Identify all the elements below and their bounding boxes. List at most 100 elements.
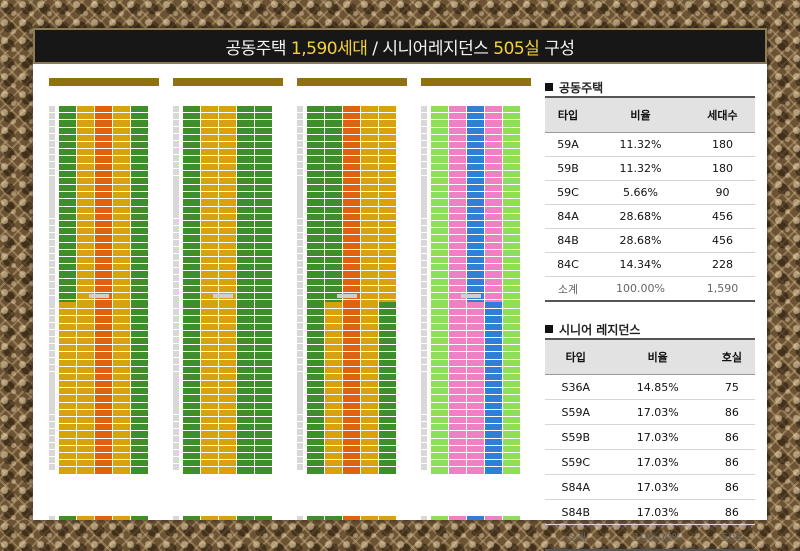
- unit-cell: [219, 249, 236, 256]
- total-row: 소계 100.00% 505: [545, 524, 755, 551]
- unit-cell: [343, 256, 360, 264]
- unit-cell: [59, 409, 76, 416]
- unit-cell: [343, 388, 360, 395]
- unit-cell: [379, 221, 396, 228]
- page-title: 공동주택 1,590세대 / 시니어레지던스 505실 구성: [33, 28, 767, 64]
- unit-cell: [325, 271, 342, 278]
- unit-cell: [183, 206, 200, 213]
- unit-cell: [449, 185, 466, 192]
- unit-cell: [59, 431, 76, 438]
- unit-cell: [255, 438, 272, 445]
- unit-cell: [77, 445, 94, 452]
- unit-cell: [503, 424, 520, 431]
- unit-cell: [485, 134, 502, 141]
- unit-cell: [307, 388, 324, 395]
- unit-cell: [255, 452, 272, 460]
- unit-cell: [307, 206, 324, 213]
- unit-cell: [431, 467, 448, 474]
- unit-cell: [59, 395, 76, 402]
- unit-cell: [113, 330, 130, 337]
- unit-cell: [77, 388, 94, 395]
- unit-cell: [449, 359, 466, 366]
- unit-cell: [449, 373, 466, 381]
- unit-cell: [131, 409, 148, 416]
- unit-cell: [361, 516, 378, 520]
- unit-cell: [183, 359, 200, 366]
- unit-cell: [77, 278, 94, 285]
- unit-cell: [237, 460, 254, 467]
- unit-cell: [131, 366, 148, 373]
- unit-cell: [503, 106, 520, 113]
- unit-cell: [361, 366, 378, 373]
- unit-cell: [183, 127, 200, 134]
- unit-cell: [95, 438, 112, 445]
- table-cell: S59B: [545, 424, 607, 450]
- unit-cell: [237, 228, 254, 235]
- table-cell: S36A: [545, 374, 607, 400]
- unit-cell: [431, 345, 448, 352]
- unit-cell: [131, 352, 148, 359]
- unit-cell: [237, 249, 254, 256]
- unit-cell: [255, 373, 272, 381]
- unit-cell: [131, 149, 148, 156]
- unit-cell: [201, 170, 218, 177]
- unit-cell: [77, 256, 94, 264]
- unit-cell: [503, 438, 520, 445]
- unit-cell: [307, 417, 324, 424]
- unit-cell: [183, 292, 200, 300]
- unit-cell: [503, 402, 520, 409]
- unit-cell: [219, 417, 236, 424]
- table-cell: 11.32%: [590, 132, 690, 157]
- unit-cell: [325, 163, 342, 170]
- unit-cell: [485, 156, 502, 163]
- unit-cell: [343, 323, 360, 330]
- unit-cell: [431, 256, 448, 264]
- unit-cell: [307, 235, 324, 242]
- unit-cell: [343, 170, 360, 177]
- unit-cell: [201, 345, 218, 352]
- unit-cell: [467, 417, 484, 424]
- unit-cell: [503, 235, 520, 242]
- unit-cell: [255, 323, 272, 330]
- unit-cell: [113, 373, 130, 381]
- unit-cell: [183, 337, 200, 345]
- unit-cell: [219, 163, 236, 170]
- unit-cell: [485, 381, 502, 388]
- unit-cell: [201, 431, 218, 438]
- unit-cell: [255, 345, 272, 352]
- unit-cell: [183, 278, 200, 285]
- unit-cell: [503, 163, 520, 170]
- unit-cell: [449, 242, 466, 249]
- unit-cell: [131, 431, 148, 438]
- unit-cell: [449, 278, 466, 285]
- unit-cell: [237, 127, 254, 134]
- unit-cell: [361, 345, 378, 352]
- unit-cell: [183, 192, 200, 199]
- unit-cell: [201, 417, 218, 424]
- unit-cell: [237, 417, 254, 424]
- unit-cell: [95, 359, 112, 366]
- unit-cell: [379, 106, 396, 113]
- unit-cell: [307, 345, 324, 352]
- unit-cell: [95, 206, 112, 213]
- unit-cell: [219, 330, 236, 337]
- unit-cell: [343, 221, 360, 228]
- unit-cell: [361, 170, 378, 177]
- unit-cell: [307, 467, 324, 474]
- unit-cell: [449, 235, 466, 242]
- unit-cell: [485, 431, 502, 438]
- unit-cell: [201, 302, 218, 309]
- unit-cell: [449, 438, 466, 445]
- unit-cell: [343, 106, 360, 113]
- unit-cell: [343, 467, 360, 474]
- unit-cell: [307, 359, 324, 366]
- unit-cell: [361, 149, 378, 156]
- unit-cell: [431, 395, 448, 402]
- unit-cell: [431, 352, 448, 359]
- unit-cell: [485, 316, 502, 323]
- unit-cell: [503, 141, 520, 149]
- unit-cell: [343, 309, 360, 316]
- unit-cell: [449, 170, 466, 177]
- unit-cell: [361, 120, 378, 127]
- unit-cell: [467, 120, 484, 127]
